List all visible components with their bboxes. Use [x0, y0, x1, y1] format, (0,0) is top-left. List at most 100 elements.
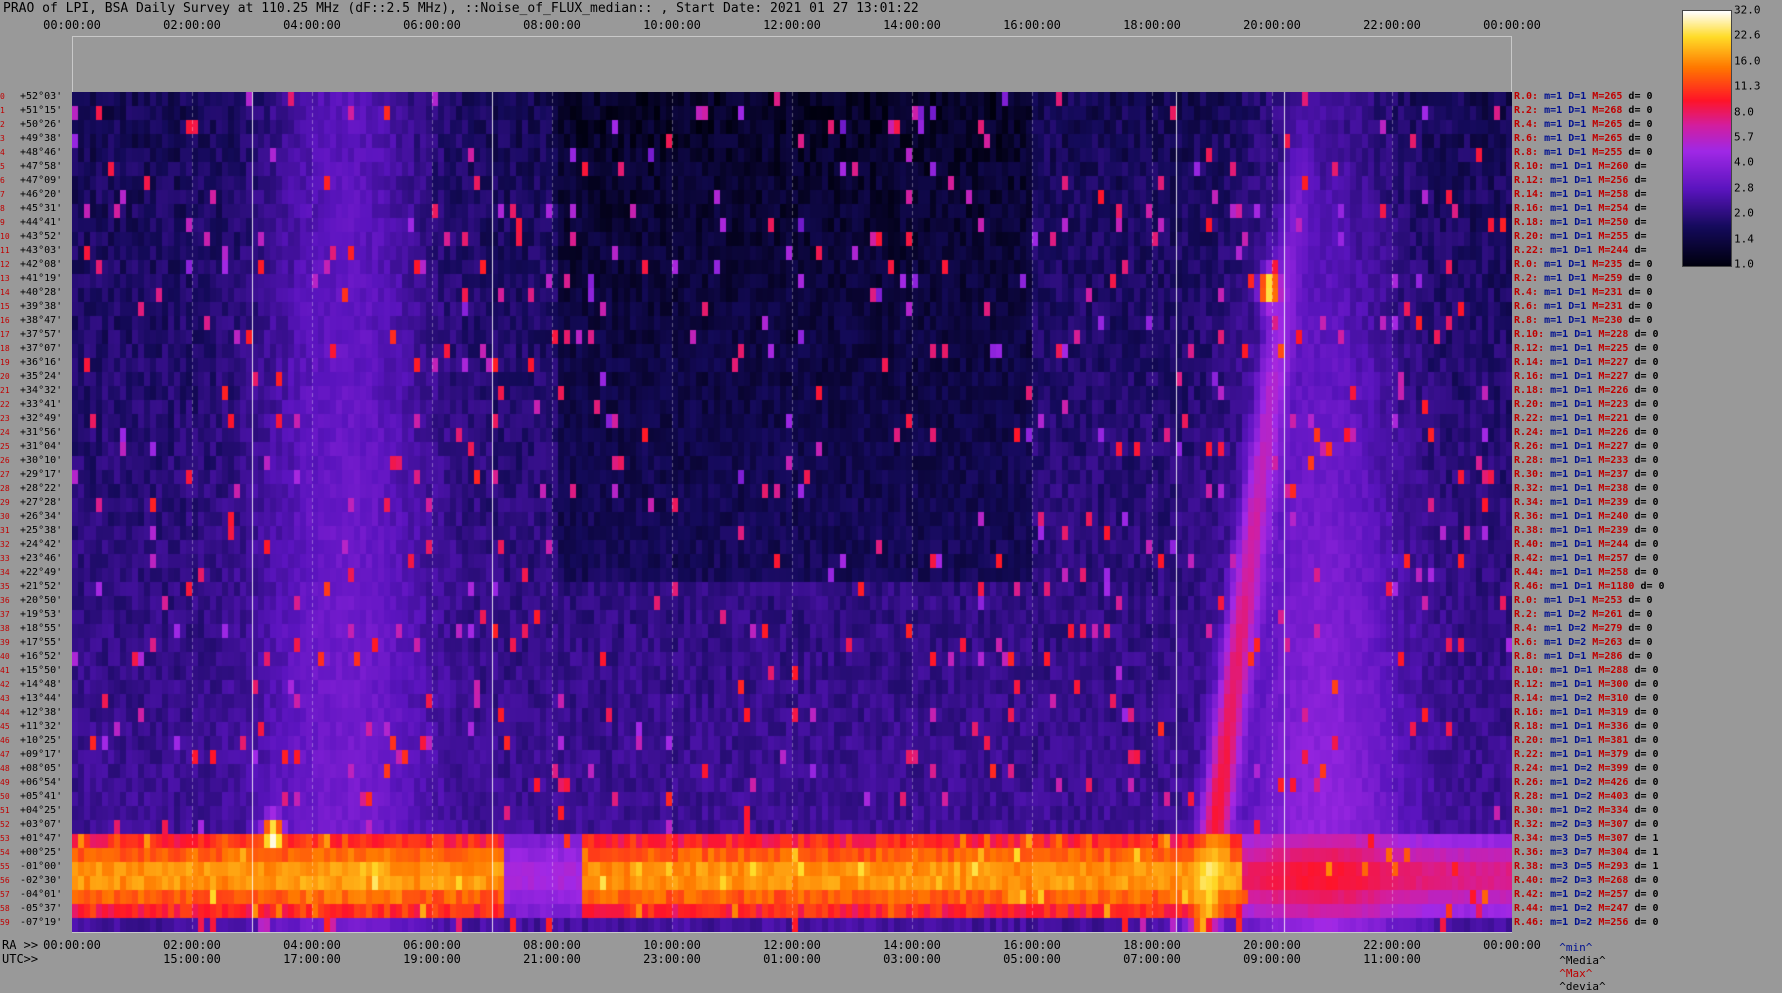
colorbar — [1682, 10, 1732, 267]
receiver-row: R.24: m=1 D=1 M=226 d= 0 — [1514, 428, 1665, 438]
receiver-max: M=288 — [1598, 665, 1635, 676]
stat-legend: ^min^ ^Media^ ^Max^ ^devia^ — [1546, 928, 1618, 993]
receiver-min: m=1 — [1550, 693, 1575, 704]
receiver-devia: d= 0 — [1628, 651, 1659, 662]
receiver-name: R.16: — [1514, 371, 1551, 382]
receiver-max: M=426 — [1598, 777, 1635, 788]
receiver-max: M=257 — [1598, 889, 1635, 900]
receiver-min: m=1 — [1544, 119, 1569, 130]
receiver-devia: d= 0 — [1628, 259, 1659, 270]
receiver-max: M=227 — [1598, 441, 1635, 452]
row-index: 28 — [0, 484, 10, 493]
top-tick-label: 14:00:00 — [883, 18, 941, 32]
receiver-min: m=1 — [1550, 161, 1575, 172]
receiver-min: m=1 — [1550, 735, 1575, 746]
row-index: 16 — [0, 316, 10, 325]
receiver-max: M=261 — [1592, 609, 1629, 620]
row-index: 51 — [0, 806, 10, 815]
receiver-median: D=1 — [1574, 581, 1599, 592]
declination-value: +12°38' — [14, 707, 63, 718]
receiver-max: M=254 — [1598, 203, 1635, 214]
receiver-median: D=1 — [1574, 399, 1599, 410]
receiver-max: M=307 — [1598, 819, 1635, 830]
receiver-name: R.44: — [1514, 567, 1551, 578]
receiver-min: m=1 — [1544, 301, 1569, 312]
receiver-name: R.16: — [1514, 707, 1551, 718]
receiver-row: R.24: m=1 D=2 M=399 d= 0 — [1514, 764, 1665, 774]
receiver-min: m=1 — [1550, 581, 1575, 592]
receiver-max: M=265 — [1592, 91, 1629, 102]
ra-tick-label: 04:00:00 — [283, 938, 341, 952]
row-index: 24 — [0, 428, 10, 437]
declination-row: 30 +26°34' — [0, 512, 72, 522]
receiver-name: R.0: — [1514, 259, 1545, 270]
row-index: 38 — [0, 624, 10, 633]
receiver-devia: d= 0 — [1628, 91, 1659, 102]
declination-row: 14 +40°28' — [0, 288, 72, 298]
declination-value: +22°49' — [14, 567, 63, 578]
receiver-row: R.14: m=1 D=2 M=310 d= 0 — [1514, 694, 1665, 704]
row-index: 26 — [0, 456, 10, 465]
receiver-name: R.20: — [1514, 735, 1551, 746]
receiver-median: D=2 — [1574, 889, 1599, 900]
utc-tick-label: 01:00:00 — [763, 952, 821, 966]
declination-row: 5 +47°58' — [0, 162, 72, 172]
receiver-devia: d= 0 — [1634, 903, 1665, 914]
receiver-min: m=1 — [1550, 399, 1575, 410]
receiver-min: m=1 — [1550, 203, 1575, 214]
receiver-row: R.22: m=1 D=1 M=379 d= 0 — [1514, 750, 1665, 760]
declination-row: 50 +05°41' — [0, 792, 72, 802]
declination-value: +43°52' — [14, 231, 63, 242]
receiver-median: D=1 — [1568, 259, 1593, 270]
receiver-devia: d= 0 — [1628, 623, 1659, 634]
declination-row: 58 -05°37' — [0, 904, 72, 914]
ra-tick-label: 00:00:00 — [43, 938, 101, 952]
declination-row: 37 +19°53' — [0, 610, 72, 620]
declination-value: +15°50' — [14, 665, 63, 676]
receiver-row: R.2: m=1 D=1 M=259 d= 0 — [1514, 274, 1659, 284]
declination-row: 38 +18°55' — [0, 624, 72, 634]
receiver-name: R.16: — [1514, 203, 1551, 214]
receiver-min: m=1 — [1550, 217, 1575, 228]
receiver-row: R.0: m=1 D=1 M=265 d= 0 — [1514, 92, 1659, 102]
receiver-devia: d= 0 — [1634, 343, 1665, 354]
declination-value: -07°19' — [14, 917, 63, 928]
receiver-name: R.14: — [1514, 357, 1551, 368]
receiver-median: D=1 — [1574, 189, 1599, 200]
receiver-max: M=310 — [1598, 693, 1635, 704]
receiver-median: D=3 — [1574, 875, 1599, 886]
receiver-min: m=1 — [1544, 133, 1569, 144]
receiver-row: R.46: m=1 D=2 M=256 d= 0 — [1514, 918, 1665, 928]
colorbar-label: 2.8 — [1734, 181, 1754, 195]
receiver-median: D=3 — [1574, 819, 1599, 830]
receiver-row: R.38: m=3 D=5 M=293 d= 1 — [1514, 862, 1665, 872]
receiver-min: m=1 — [1550, 763, 1575, 774]
receiver-median: D=1 — [1568, 147, 1593, 158]
receiver-row: R.0: m=1 D=1 M=235 d= 0 — [1514, 260, 1659, 270]
utc-tick-label: 07:00:00 — [1123, 952, 1181, 966]
declination-value: +23°46' — [14, 553, 63, 564]
receiver-devia: d= — [1634, 231, 1653, 242]
declination-row: 9 +44°41' — [0, 218, 72, 228]
legend-devia: ^devia^ — [1559, 980, 1606, 993]
receiver-max: M=403 — [1598, 791, 1635, 802]
receiver-min: m=1 — [1550, 413, 1575, 424]
receiver-devia: d= 0 — [1628, 315, 1659, 326]
declination-value: +24°42' — [14, 539, 63, 550]
receiver-max: M=230 — [1592, 315, 1629, 326]
receiver-median: D=1 — [1574, 175, 1599, 186]
declination-value: +30°10' — [14, 455, 63, 466]
top-tick-label: 18:00:00 — [1123, 18, 1181, 32]
declination-row: 8 +45°31' — [0, 204, 72, 214]
receiver-median: D=1 — [1574, 455, 1599, 466]
receiver-max: M=265 — [1592, 119, 1629, 130]
declination-value: +14°48' — [14, 679, 63, 690]
receiver-max: M=300 — [1598, 679, 1635, 690]
receiver-name: R.2: — [1514, 609, 1545, 620]
receiver-row: R.42: m=1 D=1 M=257 d= 0 — [1514, 554, 1665, 564]
declination-row: 57 -04°01' — [0, 890, 72, 900]
receiver-median: D=2 — [1574, 805, 1599, 816]
receiver-name: R.2: — [1514, 105, 1545, 116]
declination-row: 51 +04°25' — [0, 806, 72, 816]
row-index: 2 — [0, 120, 5, 129]
